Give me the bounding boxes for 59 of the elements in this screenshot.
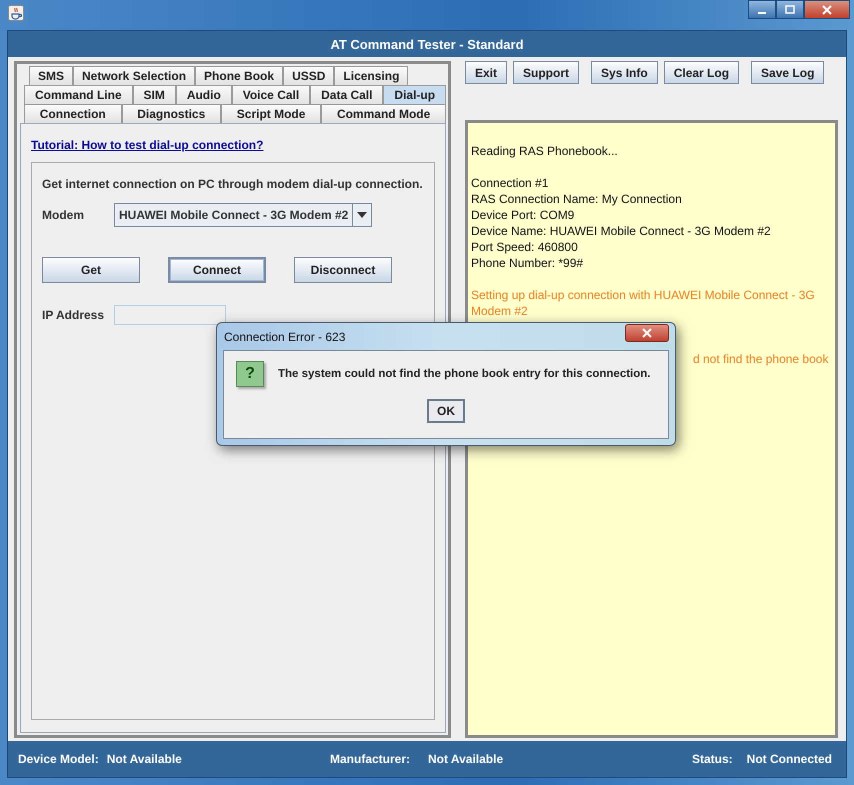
- close-button[interactable]: [625, 324, 669, 342]
- modem-label: Modem: [42, 208, 85, 222]
- toolbar-button[interactable]: Support: [513, 61, 580, 84]
- description-text: Get internet connection on PC through modem dial-up connection.: [42, 177, 424, 191]
- log-line: RAS Connection Name: My Connection: [471, 191, 683, 207]
- log-line: Device Port: COM9: [471, 207, 576, 223]
- tab[interactable]: Audio: [176, 85, 232, 104]
- tab[interactable]: Licensing: [334, 66, 408, 85]
- caret-icon: [357, 212, 368, 218]
- tab[interactable]: Dial-up: [383, 85, 446, 104]
- status-label: Manufacturer:: [330, 752, 410, 766]
- java-cup-icon: [8, 5, 24, 21]
- tab[interactable]: USSD: [283, 66, 334, 85]
- action-button[interactable]: Connect: [168, 257, 266, 283]
- ok-button[interactable]: OK: [427, 399, 465, 423]
- toolbar-button[interactable]: Exit: [465, 61, 508, 84]
- status-value: Not Available: [428, 752, 504, 766]
- tutorial-link[interactable]: Tutorial: How to test dial-up connection?: [31, 138, 264, 152]
- tab[interactable]: Command Line: [24, 85, 133, 104]
- dialog-message: The system could not find the phone book entry for this connection.: [278, 368, 650, 380]
- toolbar-button[interactable]: Save Log: [751, 61, 824, 84]
- maximize-icon: [785, 4, 795, 14]
- tab[interactable]: Connection: [24, 104, 122, 123]
- status-value: Not Available: [106, 752, 182, 766]
- tab[interactable]: Diagnostics: [122, 104, 222, 123]
- modem-dropdown[interactable]: HUAWEI Mobile Connect - 3G Modem #2: [114, 203, 372, 227]
- action-button[interactable]: Get: [42, 257, 140, 283]
- tab[interactable]: Phone Book: [195, 66, 284, 85]
- status-label: Device Model:: [18, 752, 99, 766]
- window-title: AT Command Tester - Standard: [8, 31, 846, 57]
- log-line: Phone Number: *99#: [471, 255, 584, 271]
- tab[interactable]: Command Mode: [321, 104, 446, 123]
- tab[interactable]: Script Mode: [221, 104, 322, 123]
- ip-address-field[interactable]: [114, 305, 226, 325]
- close-icon: [641, 328, 653, 338]
- tab[interactable]: Voice Call: [232, 85, 310, 104]
- dialog-title: Connection Error - 623: [224, 330, 346, 344]
- minimize-icon: [758, 12, 766, 14]
- question-icon: ?: [236, 361, 264, 387]
- minimize-button[interactable]: [748, 0, 776, 19]
- action-button[interactable]: Disconnect: [294, 257, 392, 283]
- close-button[interactable]: [804, 0, 850, 19]
- ip-address-label: IP Address: [42, 308, 106, 322]
- log-line: Device Name: HUAWEI Mobile Connect - 3G Modem #2: [471, 223, 772, 239]
- log-line: Connection #1: [471, 175, 550, 191]
- toolbar-button[interactable]: Clear Log: [664, 61, 740, 84]
- status-label: Status:: [692, 752, 733, 766]
- tab[interactable]: SIM: [132, 85, 176, 104]
- tab[interactable]: SMS: [29, 66, 74, 85]
- tab[interactable]: Data Call: [310, 85, 384, 104]
- log-line: Reading RAS Phonebook...: [471, 143, 619, 159]
- log-line: Port Speed: 460800: [471, 239, 579, 255]
- log-line: Setting up dial-up connection with HUAWEI Mobile Connect - 3G Modem #2: [471, 287, 816, 319]
- close-icon: [821, 4, 833, 14]
- toolbar-button[interactable]: Sys Info: [591, 61, 658, 84]
- tab[interactable]: Network Selection: [73, 66, 196, 85]
- maximize-button[interactable]: [776, 0, 804, 19]
- status-value: Not Connected: [746, 752, 832, 766]
- log-line: d not find the phone book: [693, 351, 830, 367]
